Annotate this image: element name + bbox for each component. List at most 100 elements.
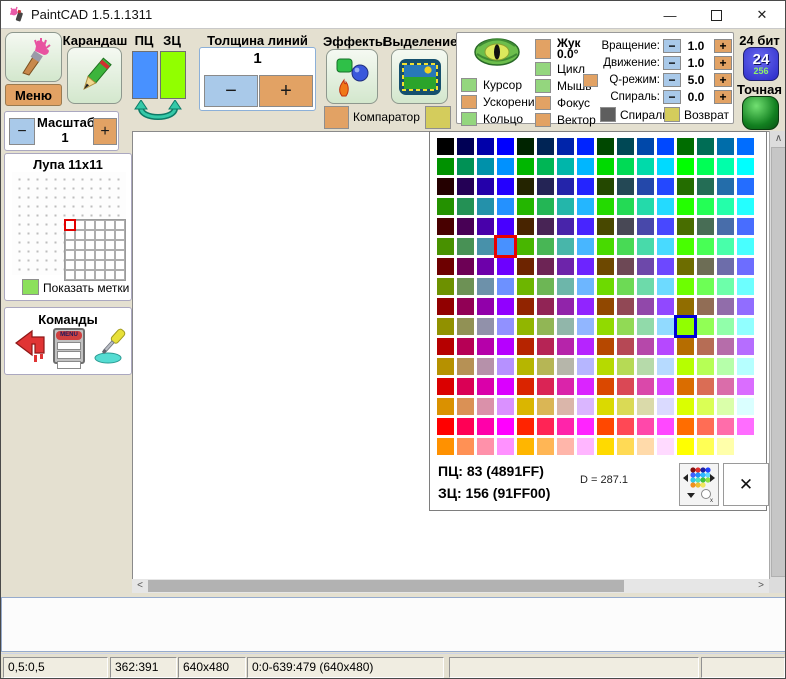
palette-cell[interactable] (517, 438, 534, 455)
palette-cell[interactable] (517, 238, 534, 255)
undo-button[interactable] (14, 329, 48, 370)
palette-cell[interactable] (457, 318, 474, 335)
palette-cell[interactable] (577, 258, 594, 275)
palette-cell[interactable] (737, 318, 754, 335)
palette-cell[interactable] (557, 258, 574, 275)
palette-cell[interactable] (437, 338, 454, 355)
palette-cell[interactable] (677, 358, 694, 375)
palette-cell[interactable] (717, 338, 734, 355)
palette-cell[interactable] (617, 378, 634, 395)
palette-cell[interactable] (517, 358, 534, 375)
palette-cell[interactable] (457, 158, 474, 175)
palette-cell[interactable] (657, 178, 674, 195)
palette-cell[interactable] (497, 418, 514, 435)
palette-cell[interactable] (577, 198, 594, 215)
palette-cell[interactable] (537, 298, 554, 315)
palette-cell[interactable] (497, 158, 514, 175)
palette-cell[interactable] (717, 218, 734, 235)
palette-cell[interactable] (717, 418, 734, 435)
palette-cell[interactable] (437, 158, 454, 175)
palette-cell[interactable] (437, 218, 454, 235)
palette-cell[interactable] (617, 238, 634, 255)
palette-cell[interactable] (617, 198, 634, 215)
palette-cell[interactable] (477, 278, 494, 295)
swap-colors-button[interactable] (133, 100, 183, 128)
zoom-in-button[interactable]: + (93, 118, 117, 145)
palette-cell[interactable] (457, 418, 474, 435)
eye-icon[interactable] (473, 37, 521, 72)
palette-cell[interactable] (737, 398, 754, 415)
palette-cell[interactable] (457, 238, 474, 255)
palette-cell[interactable] (477, 158, 494, 175)
palette-cell[interactable] (737, 138, 754, 155)
scroll-left-icon[interactable]: < (133, 579, 147, 593)
palette-cell[interactable] (697, 278, 714, 295)
palette-cell[interactable] (677, 318, 694, 335)
palette-cell[interactable] (677, 158, 694, 175)
param-swatch[interactable] (535, 113, 551, 127)
spiral-color-swatch[interactable] (600, 107, 616, 122)
palette-cell[interactable] (517, 418, 534, 435)
palette-cell[interactable] (537, 138, 554, 155)
palette-cell[interactable] (637, 378, 654, 395)
palette-cell[interactable] (457, 438, 474, 455)
palette-cell[interactable] (717, 438, 734, 455)
palette-cell[interactable] (517, 318, 534, 335)
palette-cell[interactable] (537, 438, 554, 455)
palette-cell[interactable] (717, 378, 734, 395)
palette-cell[interactable] (697, 198, 714, 215)
precise-button[interactable] (742, 96, 779, 130)
palette-cell[interactable] (437, 398, 454, 415)
palette-cell[interactable] (577, 158, 594, 175)
palette-cell[interactable] (677, 338, 694, 355)
horizontal-scroll-thumb[interactable] (148, 580, 624, 592)
spinner-plus-button[interactable]: + (714, 56, 732, 70)
palette-cell[interactable] (477, 138, 494, 155)
palette-cell[interactable] (477, 338, 494, 355)
palette-cell[interactable] (457, 218, 474, 235)
menu-button[interactable]: Меню (5, 84, 62, 106)
palette-cell[interactable] (677, 398, 694, 415)
canvas-vertical-scrollbar[interactable]: ∧ ∨ (769, 131, 786, 593)
palette-cell[interactable] (737, 438, 754, 455)
palette-cell[interactable] (657, 418, 674, 435)
palette-cell[interactable] (557, 238, 574, 255)
palette-cell[interactable] (717, 298, 734, 315)
palette-cell[interactable] (597, 198, 614, 215)
palette-cell[interactable] (637, 238, 654, 255)
param-swatch[interactable] (535, 79, 551, 93)
palette-cell[interactable] (657, 258, 674, 275)
palette-cell[interactable] (597, 298, 614, 315)
palette-cell[interactable] (617, 438, 634, 455)
palette-cell[interactable] (657, 238, 674, 255)
palette-cell[interactable] (497, 238, 514, 255)
scroll-right-icon[interactable]: > (754, 579, 768, 593)
palette-cell[interactable] (677, 178, 694, 195)
comparator-swatch-left[interactable] (324, 106, 349, 129)
palette-cell[interactable] (457, 138, 474, 155)
palette-cell[interactable] (637, 418, 654, 435)
palette-cell[interactable] (617, 218, 634, 235)
bug-swatch[interactable] (535, 39, 551, 59)
palette-cell[interactable] (537, 218, 554, 235)
palette-cell[interactable] (497, 398, 514, 415)
palette-cell[interactable] (697, 438, 714, 455)
palette-cell[interactable] (617, 158, 634, 175)
palette-cell[interactable] (497, 198, 514, 215)
palette-cell[interactable] (457, 378, 474, 395)
param-swatch[interactable] (535, 96, 551, 110)
palette-cell[interactable] (557, 198, 574, 215)
palette-cell[interactable] (737, 358, 754, 375)
effects-button[interactable] (326, 49, 378, 104)
palette-cell[interactable] (437, 358, 454, 375)
palette-cell[interactable] (457, 198, 474, 215)
comparator-swatch-right[interactable] (425, 106, 451, 129)
palette-cell[interactable] (537, 378, 554, 395)
return-swatch[interactable] (664, 107, 680, 122)
palette-cell[interactable] (737, 378, 754, 395)
palette-cell[interactable] (657, 318, 674, 335)
palette-cell[interactable] (437, 258, 454, 275)
palette-cell[interactable] (477, 258, 494, 275)
palette-cell[interactable] (697, 218, 714, 235)
palette-cell[interactable] (637, 358, 654, 375)
